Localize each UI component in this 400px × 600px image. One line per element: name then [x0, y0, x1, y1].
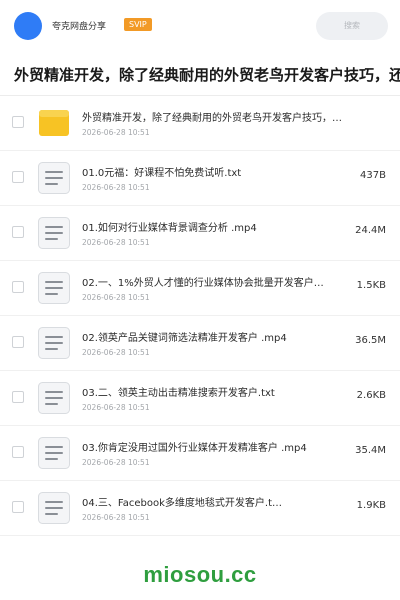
list-item[interactable]: 01.0元福：好课程不怕免费试听.txt 2026-06-28 10:51 437B [0, 151, 400, 206]
file-name[interactable]: 01.0元福：好课程不怕免费试听.txt [82, 167, 372, 180]
list-item[interactable]: 03.你肯定没用过国外行业媒体开发精准客户 .mp4 2026-06-28 10:… [0, 426, 400, 481]
list-item[interactable]: 01.如何对行业媒体背景调查分析 .mp4 2026-06-28 10:51 24.… [0, 206, 400, 261]
file-size: 24.4M [355, 225, 386, 236]
select-checkbox[interactable] [12, 226, 24, 238]
file-name[interactable]: 02.一、1%外贸人才懂的行业媒体协会批量开发客户… [82, 277, 372, 290]
select-checkbox[interactable] [12, 281, 24, 293]
file-name[interactable]: 01.如何对行业媒体背景调查分析 .mp4 [82, 222, 372, 235]
brand-name: 夸克网盘分享 [52, 22, 107, 32]
file-name[interactable]: 03.你肯定没用过国外行业媒体开发精准客户 .mp4 [82, 442, 372, 455]
file-date: 2026-06-28 10:51 [82, 403, 150, 412]
list-item[interactable]: 03.二、领英主动出击精准搜索开发客户.txt 2026-06-28 10:51 2… [0, 371, 400, 426]
document-icon [37, 271, 71, 305]
file-name[interactable]: 02.领英产品关键词筛选法精准开发客户 .mp4 [82, 332, 372, 345]
file-list: 外贸精准开发，除了经典耐用的外贸老鸟开发客户技巧，… 2026-06-28 10:… [0, 96, 400, 536]
document-icon [37, 436, 71, 470]
svip-badge: SVIP [124, 18, 152, 31]
select-checkbox[interactable] [12, 171, 24, 183]
document-icon [37, 381, 71, 415]
select-checkbox[interactable] [12, 391, 24, 403]
list-item[interactable]: 外贸精准开发，除了经典耐用的外贸老鸟开发客户技巧，… 2026-06-28 10:… [0, 96, 400, 151]
search-input[interactable]: 搜索 [316, 12, 388, 40]
document-icon [37, 216, 71, 250]
document-icon [37, 491, 71, 525]
file-size: 2.6KB [356, 390, 386, 401]
file-name[interactable]: 03.二、领英主动出击精准搜索开发客户.txt [82, 387, 372, 400]
page-title: 外贸精准开发，除了经典耐用的外贸老鸟开发客户技巧，还 [14, 66, 400, 84]
list-item[interactable]: 04.三、Facebook多维度地毯式开发客户.t… 2026-06-28 10:… [0, 481, 400, 536]
file-date: 2026-06-28 10:51 [82, 293, 150, 302]
folder-icon [37, 106, 71, 140]
document-icon [37, 326, 71, 360]
file-size: 1.5KB [356, 280, 386, 291]
list-item[interactable]: 02.一、1%外贸人才懂的行业媒体协会批量开发客户… 2026-06-28 10:… [0, 261, 400, 316]
file-name[interactable]: 04.三、Facebook多维度地毯式开发客户.t… [82, 497, 372, 510]
file-size: 437B [360, 170, 386, 181]
app-header: 夸克网盘分享 SVIP 搜索 [0, 0, 400, 52]
select-checkbox[interactable] [12, 336, 24, 348]
file-date: 2026-06-28 10:51 [82, 128, 150, 137]
avatar[interactable] [14, 12, 42, 40]
list-item[interactable]: 02.领英产品关键词筛选法精准开发客户 .mp4 2026-06-28 10:51… [0, 316, 400, 371]
file-date: 2026-06-28 10:51 [82, 183, 150, 192]
file-date: 2026-06-28 10:51 [82, 513, 150, 522]
select-checkbox[interactable] [12, 116, 24, 128]
document-icon [37, 161, 71, 195]
file-size: 35.4M [355, 445, 386, 456]
file-size: 36.5M [355, 335, 386, 346]
select-checkbox[interactable] [12, 446, 24, 458]
file-size: 1.9KB [356, 500, 386, 511]
select-checkbox[interactable] [12, 501, 24, 513]
file-date: 2026-06-28 10:51 [82, 238, 150, 247]
file-date: 2026-06-28 10:51 [82, 348, 150, 357]
watermark: miosou.cc [143, 562, 257, 587]
file-date: 2026-06-28 10:51 [82, 458, 150, 467]
file-name[interactable]: 外贸精准开发，除了经典耐用的外贸老鸟开发客户技巧，… [82, 112, 372, 125]
